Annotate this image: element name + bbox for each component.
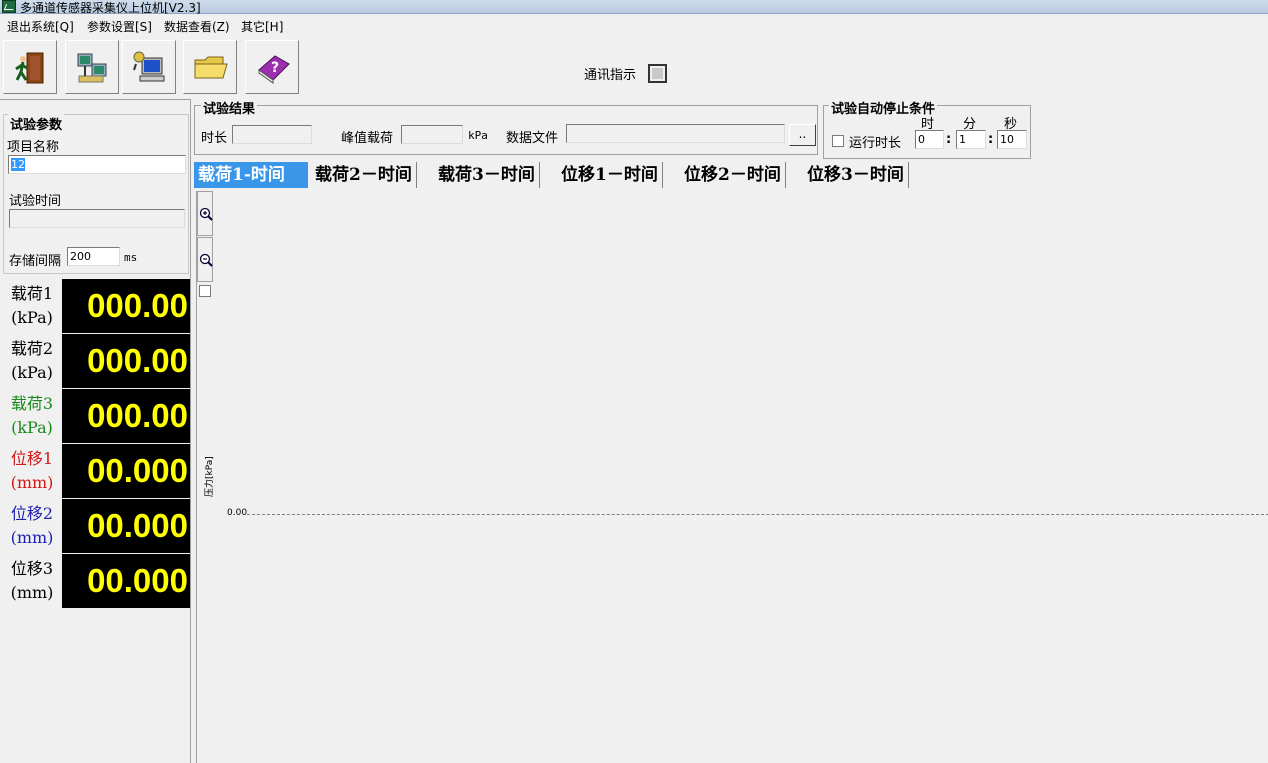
menu-bar: 退出系统[Q] 参数设置[S] 数据查看(Z) 其它[H] [0,15,1268,36]
meter-unit: (mm) [10,583,54,602]
sensor-settings-button[interactable] [65,40,119,94]
data-file-field [566,124,785,143]
project-name-input[interactable]: 12 [8,155,186,174]
peak-load-field [401,125,463,144]
tab-disp1-time[interactable]: 位移1－时间 [557,162,663,188]
meter-name: 位移1 [10,449,54,468]
meter-label: 载荷3 (kPa) [3,389,61,443]
tab-load1-time[interactable]: 载荷1-时间 [194,162,308,188]
data-file-label: 数据文件 [506,131,559,146]
duration-label: 时长 [201,131,228,146]
meter-name: 载荷2 [10,339,54,358]
meter-label: 位移3 (mm) [3,554,61,608]
time-separator: : [988,132,994,147]
title-bar[interactable]: 多通道传感器采集仪上位机[V2.3] [0,0,1268,15]
browse-file-button[interactable]: .. [789,124,816,146]
exit-button[interactable] [3,40,57,94]
params-group-title: 试验参数 [8,114,65,133]
meter-load3: 载荷3 (kPa) 000.00 [3,389,190,443]
meter-unit: (kPa) [11,308,53,327]
project-name-value: 12 [11,158,25,171]
meter-value: 00.000 [62,444,190,498]
meter-unit: (kPa) [11,363,53,382]
menu-exit[interactable]: 退出系统[Q] [7,18,74,35]
meter-unit: (mm) [10,528,54,547]
meter-name: 位移3 [10,559,54,578]
meter-disp1: 位移1 (mm) 00.000 [3,444,190,498]
help-button[interactable]: ? [245,40,299,94]
test-time-label: 试验时间 [9,194,62,209]
help-book-icon: ? [258,55,290,84]
chart-zero-line [247,514,1268,515]
time-separator: : [946,132,952,147]
comm-indicator-light [648,64,667,83]
stop-second-input[interactable]: 10 [997,130,1027,149]
meter-name: 载荷1 [10,284,54,303]
meter-label: 位移2 (mm) [3,499,61,553]
meter-name: 位移2 [10,504,54,523]
peak-load-label: 峰值载荷 [341,131,394,146]
left-panel: 试验参数 项目名称 12 试验时间 存储间隔 200 ms 载荷1 (kPa) 0… [0,99,191,763]
toolbar: ? [0,37,345,97]
storage-interval-label: 存储间隔 [9,254,62,269]
tab-load2-time[interactable]: 载荷2－时间 [311,162,417,188]
chart-area[interactable]: 压力[kPa] 0.00 [196,191,1268,763]
meter-label: 载荷1 (kPa) [3,279,61,333]
meter-unit: (kPa) [11,418,53,437]
computer-connect-icon [133,51,165,82]
meter-name: 载荷3 [10,394,54,413]
chart-y-tick: 0.00 [227,508,248,518]
meter-disp2: 位移2 (mm) 00.000 [3,499,190,553]
results-group-title: 试验结果 [201,98,258,117]
meter-load2: 载荷2 (kPa) 000.00 [3,334,190,388]
meter-disp3: 位移3 (mm) 00.000 [3,554,190,608]
test-time-field [9,209,185,228]
zoom-out-button[interactable] [197,237,213,282]
storage-interval-unit: ms [124,251,138,264]
open-folder-button[interactable] [183,40,237,94]
meter-value: 00.000 [62,554,190,608]
menu-data-view[interactable]: 数据查看(Z) [164,18,230,35]
stop-minute-input[interactable]: 1 [956,130,986,149]
meter-load1: 载荷1 (kPa) 000.00 [3,279,190,333]
menu-other[interactable]: 其它[H] [241,18,283,35]
run-duration-checkbox[interactable] [832,135,844,147]
storage-interval-input[interactable]: 200 [67,247,120,266]
meter-label: 位移1 (mm) [3,444,61,498]
project-name-label: 项目名称 [7,140,60,155]
meter-unit: (mm) [10,473,54,492]
connect-button[interactable] [122,40,176,94]
zoom-out-icon [199,253,213,267]
app-chart-icon [2,0,16,13]
tab-disp2-time[interactable]: 位移2－时间 [680,162,786,188]
zoom-in-button[interactable] [197,191,213,236]
window-title: 多通道传感器采集仪上位机[V2.3] [20,1,201,15]
open-folder-icon [194,56,228,79]
tab-disp3-time[interactable]: 位移3－时间 [803,162,909,188]
meter-value: 000.00 [62,334,190,388]
stop-hour-input[interactable]: 0 [915,130,944,149]
menu-settings[interactable]: 参数设置[S] [87,18,152,35]
duration-field [232,125,312,144]
peak-load-unit: kPa [468,129,488,142]
comm-indicator-label: 通讯指示 [584,68,637,83]
meter-value: 000.00 [62,279,190,333]
tab-load3-time[interactable]: 载荷3－时间 [434,162,540,188]
sensor-settings-icon [77,53,107,83]
meter-value: 000.00 [62,389,190,443]
exit-door-icon [15,52,44,84]
run-duration-label: 运行时长 [849,136,902,151]
chart-option-checkbox[interactable] [199,285,211,297]
svg-text:?: ? [271,60,279,76]
meter-value: 00.000 [62,499,190,553]
meter-label: 载荷2 (kPa) [3,334,61,388]
app-window: 多通道传感器采集仪上位机[V2.3] 退出系统[Q] 参数设置[S] 数据查看(… [0,0,1268,763]
chart-y-axis-label: 压力[kPa] [205,456,215,497]
zoom-in-icon [199,207,213,221]
